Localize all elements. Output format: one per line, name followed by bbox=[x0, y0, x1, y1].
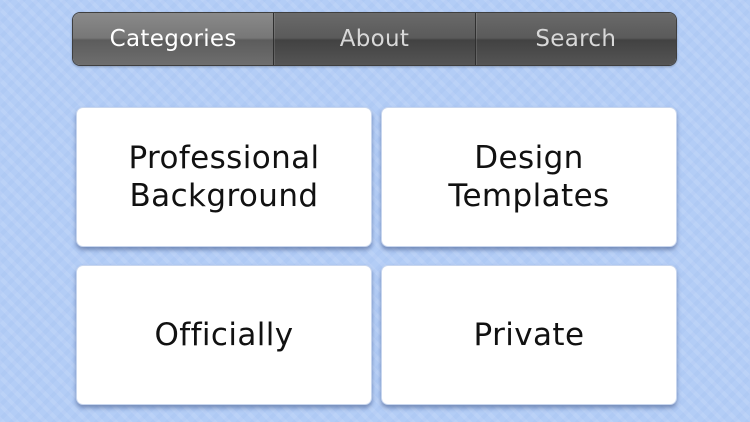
tab-categories[interactable]: Categories bbox=[73, 13, 274, 65]
tab-bar: Categories About Search bbox=[72, 12, 677, 66]
category-label: Design Templates bbox=[448, 140, 610, 214]
category-design-templates-button[interactable]: Design Templates bbox=[381, 107, 677, 247]
category-professional-background-button[interactable]: Professional Background bbox=[76, 107, 372, 247]
category-officially-button[interactable]: Officially bbox=[76, 265, 372, 405]
category-private-button[interactable]: Private bbox=[381, 265, 677, 405]
tab-search[interactable]: Search bbox=[474, 13, 676, 65]
category-label: Professional Background bbox=[128, 140, 320, 214]
category-label: Officially bbox=[154, 317, 294, 353]
category-label: Private bbox=[473, 317, 585, 353]
tab-about[interactable]: About bbox=[273, 13, 475, 65]
